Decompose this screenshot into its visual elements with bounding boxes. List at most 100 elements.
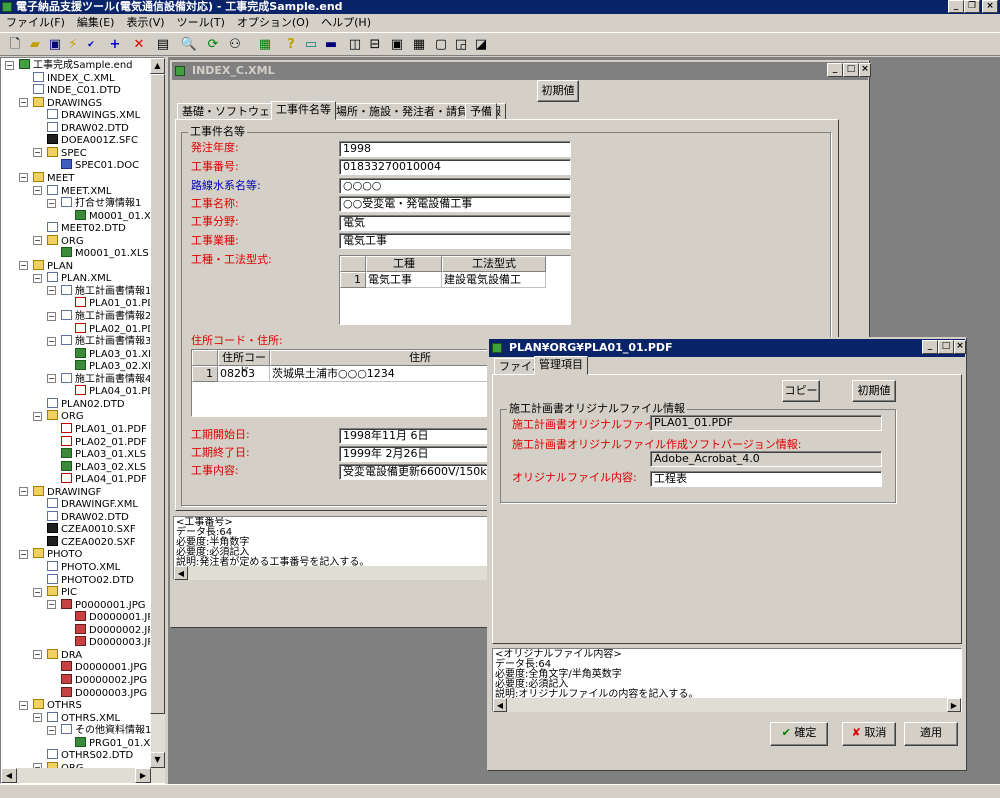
tree-expander-icon[interactable]: − [5, 60, 14, 70]
tree-item[interactable]: 施工計画書情報2 [61, 310, 151, 322]
tree-item[interactable]: D0000003.JPG [75, 636, 161, 648]
tree-item[interactable]: OTHRS [33, 699, 82, 711]
menu-view[interactable]: 表示(V) [120, 14, 170, 32]
ok-button[interactable]: ✔ 確定 [770, 722, 828, 746]
tree-item[interactable]: PLA03_02.XLS [61, 460, 146, 473]
grid-header-method[interactable]: 工法型式 [442, 256, 546, 272]
tree-item[interactable]: PLA02_01.PDF [75, 322, 161, 335]
properties-icon[interactable]: ▤ [154, 36, 172, 54]
tree-item[interactable]: PLA04_01.PDF [75, 385, 161, 397]
tree-item[interactable]: PHOTO [33, 548, 82, 560]
original-file-name-field[interactable]: PLA01_01.PDF [650, 415, 882, 431]
tree-expander-icon[interactable]: − [19, 173, 28, 183]
address-header-code[interactable]: 住所コード [218, 350, 270, 378]
tree-item[interactable]: PLA03_01.XLS [75, 347, 160, 360]
help-icon[interactable]: ? [282, 36, 300, 54]
tree-item[interactable]: D0000002.JPG [75, 623, 161, 636]
grid-cell-kind[interactable]: 電気工事 [366, 272, 442, 288]
grid-cell-method[interactable]: 建設電気設備工 [442, 272, 546, 288]
tab-reserve[interactable]: 予備 [465, 103, 497, 120]
scroll-right-button[interactable]: ▶ [135, 768, 151, 783]
tree-item[interactable]: DRAWINGF.XML [47, 498, 138, 510]
tree-item[interactable]: OTHRS.XML [47, 711, 120, 724]
pdf-restore-button[interactable]: □ [938, 340, 954, 354]
tree-item[interactable]: ORG [47, 410, 84, 422]
tree-item[interactable]: PRG01_01.XLS [75, 736, 162, 749]
tab-work-name[interactable]: 工事件名等 [271, 101, 336, 120]
tree-item[interactable]: PLAN [33, 259, 73, 272]
scroll-down-button[interactable]: ▼ [150, 752, 165, 768]
work-type-field[interactable]: 電気工事 [339, 233, 571, 249]
menu-options[interactable]: オプション(O) [231, 14, 315, 32]
scroll-up-button[interactable]: ▲ [150, 58, 165, 74]
tree-item[interactable]: DRA [47, 648, 82, 661]
tree-item[interactable]: その他資料情報1 [61, 724, 151, 736]
layout4-icon[interactable]: ▦ [410, 36, 428, 54]
minimize-button[interactable]: _ [948, 0, 964, 13]
tree-expander-icon[interactable]: − [33, 236, 42, 246]
tree-item[interactable]: DRAWINGS [33, 96, 102, 109]
cancel-button[interactable]: ✘ 取消 [842, 722, 896, 746]
menu-help[interactable]: ヘルプ(H) [315, 14, 377, 32]
project-tree[interactable]: − 工事完成Sample.end INDEX_C.XML INDE_C01.DTD − D… [0, 57, 165, 784]
tree-item[interactable]: D0000001.JPG [75, 611, 161, 623]
tree-item[interactable]: SPEC [47, 146, 87, 159]
layout2-icon[interactable]: ⊟ [366, 36, 384, 54]
tree-item[interactable]: PLAN.XML [47, 272, 111, 284]
tree-expander-icon[interactable]: − [47, 336, 56, 346]
tree-expander-icon[interactable]: − [19, 549, 28, 559]
layout6-icon[interactable]: ◲ [452, 36, 470, 54]
close-button[interactable]: × [982, 0, 998, 13]
tree-expander-icon[interactable]: − [47, 311, 56, 321]
tree-item[interactable]: DRAWINGF [33, 485, 101, 498]
tree-expander-icon[interactable]: − [19, 487, 28, 497]
tree-item[interactable]: D0000002.JPG [61, 673, 147, 686]
tree-item[interactable]: DRAWINGS.XML [47, 109, 140, 121]
tree-expander-icon[interactable]: − [47, 286, 56, 296]
tree-expander-icon[interactable]: − [33, 273, 42, 283]
menu-file[interactable]: ファイル(F) [0, 14, 71, 32]
layout1-icon[interactable]: ◫ [346, 36, 364, 54]
pdf-memo-scroll-right[interactable]: ▶ [947, 698, 961, 712]
tree-item[interactable]: M0001_01.XLS [61, 247, 149, 259]
tree-item[interactable]: PLA01_01.PDF [61, 422, 147, 435]
apply-button[interactable]: 適用 [904, 722, 958, 746]
tree-expander-icon[interactable]: − [19, 98, 28, 108]
check-icon[interactable]: ✔ [82, 36, 100, 54]
tree-item[interactable]: PLA03_02.XLS [75, 360, 160, 372]
tree-item[interactable]: PHOTO.XML [47, 561, 120, 573]
tree-item[interactable]: PHOTO02.DTD [47, 573, 134, 586]
pdf-reset-button[interactable]: 初期値 [852, 380, 896, 402]
tree-expander-icon[interactable]: − [33, 411, 42, 421]
tree-item[interactable]: DOEA001Z.SFC [47, 134, 138, 146]
tree-item[interactable]: MEET.XML [47, 184, 111, 197]
restore-button[interactable]: ❐ [964, 0, 980, 13]
tree-item[interactable]: OTHRS02.DTD [47, 749, 133, 761]
layout5-icon[interactable]: ▢ [432, 36, 450, 54]
tab-management[interactable]: 管理項目 [534, 356, 588, 375]
preview-icon[interactable]: 🔍 [180, 36, 198, 54]
save-icon[interactable]: ▣ [46, 36, 64, 54]
tree-item[interactable]: SPEC01.DOC [61, 159, 139, 171]
tree-item[interactable]: D0000001.JPG [61, 661, 147, 673]
grid-header-kind[interactable]: 工種 [366, 256, 442, 272]
tree-expander-icon[interactable]: − [33, 186, 42, 195]
route-name-field[interactable]: ○○○○ [339, 178, 571, 194]
original-content-field[interactable]: 工程表 [650, 471, 882, 487]
address-cell-code[interactable]: 08203 [218, 366, 270, 382]
tree-item[interactable]: 施工計画書情報3 [61, 335, 151, 347]
tree-item[interactable]: CZEA0010.SXF [47, 523, 136, 535]
tree-item[interactable]: PLAN02.DTD [47, 397, 125, 410]
memo-scroll-left[interactable]: ◀ [174, 566, 188, 580]
pdf-close-button[interactable]: × [954, 340, 966, 354]
scroll-thumb[interactable] [150, 74, 165, 714]
index-reset-button[interactable]: 初期値 [537, 80, 579, 102]
tree-item[interactable]: PLA03_01.XLS [61, 448, 146, 460]
tree-expander-icon[interactable]: − [47, 198, 56, 208]
tree-item[interactable]: PLA02_01.PDF [61, 435, 147, 448]
menu-tools[interactable]: ツール(T) [171, 14, 231, 32]
menu-edit[interactable]: 編集(E) [71, 14, 121, 32]
tree-item[interactable]: PLA01_01.PDF [75, 297, 161, 309]
order-year-field[interactable]: 1998 [339, 141, 571, 157]
find-icon[interactable]: ⚇ [226, 36, 244, 54]
